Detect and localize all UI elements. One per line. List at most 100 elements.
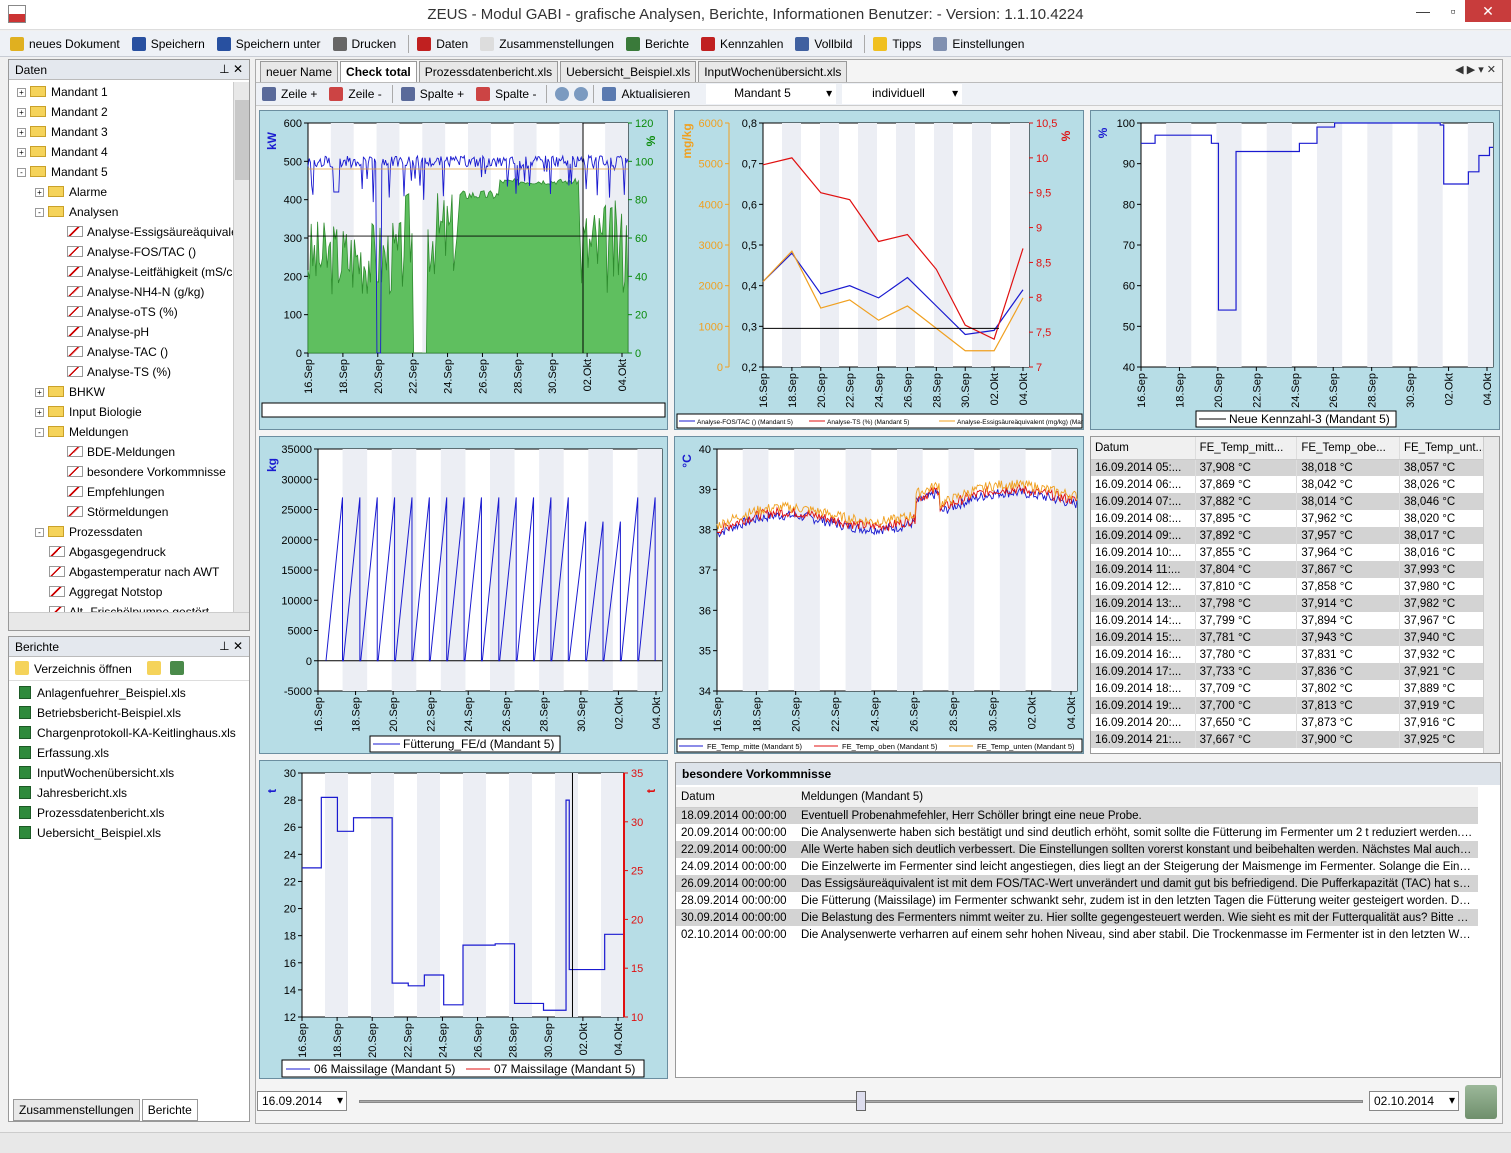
tree-item[interactable]: + Alarme — [13, 182, 235, 202]
toolbar-button-10[interactable]: Einstellungen — [933, 36, 1024, 51]
table-row[interactable]: 26.09.2014 00:00:00 Das Essigsäureäquival… — [676, 875, 1478, 892]
doc-tab[interactable]: Uebersicht_Beispiel.xls — [560, 61, 697, 82]
chart-kennzahl[interactable]: 40 50 60 70 80 90 100% 16.Sep 18.Sep 20.Sep 22.Sep… — [1090, 110, 1500, 430]
tree-scrollbar[interactable] — [233, 82, 249, 612]
tree-item[interactable]: Analyse-oTS (%) — [13, 302, 235, 322]
tree-item[interactable]: Analyse-Leitfähigkeit (mS/cm) — [13, 262, 235, 282]
tree-item[interactable]: - Mandant 5 — [13, 162, 235, 182]
table-row[interactable]: 16.09.2014 18:... 37,709 °C 37,802 °C 37,88… — [1091, 680, 1499, 697]
report-file[interactable]: InputWochenübersicht.xls — [19, 763, 239, 783]
report-file[interactable]: Prozessdatenbericht.xls — [19, 803, 239, 823]
expand-icon[interactable]: - — [35, 428, 44, 437]
chart-maissilage[interactable]: 12 14 16 18 20 22 24 26 28 30 10 15 20 25 30 35 t t 16.Sep… — [259, 760, 668, 1079]
toolbar-button-1[interactable]: Speichern — [131, 36, 205, 51]
toolbar-button-2[interactable]: Speichern unter — [216, 36, 321, 51]
expand-icon[interactable]: + — [35, 188, 44, 197]
report-file[interactable]: Betriebsbericht-Beispiel.xls — [19, 703, 239, 723]
doc-tab[interactable]: neuer Name — [260, 61, 339, 82]
close-icon[interactable]: ⊥ ✕ — [219, 62, 243, 76]
report-file[interactable]: Anlagenfuehrer_Beispiel.xls — [19, 683, 239, 703]
tree-item[interactable]: Analyse-FOS/TAC () — [13, 242, 235, 262]
table-row[interactable]: 24.09.2014 00:00:00 Die Einzelwerte im Fe… — [676, 858, 1478, 875]
tree-item[interactable]: + Mandant 2 — [13, 102, 235, 122]
table-row[interactable]: 16.09.2014 15:... 37,781 °C 37,943 °C 37,94… — [1091, 629, 1499, 646]
column-header[interactable]: Datum — [1091, 437, 1196, 460]
tab-nav-arrows[interactable]: ◀ ▶ ▾ ✕ — [1455, 63, 1496, 76]
expand-icon[interactable]: + — [35, 388, 44, 397]
table-row[interactable]: 18.09.2014 00:00:00 Eventuell Probenahmef… — [676, 807, 1478, 824]
doc-tab[interactable]: InputWochenübersicht.xls — [698, 61, 848, 82]
table-row[interactable]: 16.09.2014 21:... 37,667 °C 37,900 °C 37,92… — [1091, 731, 1499, 748]
add-column-button[interactable]: Spalte + — [420, 87, 464, 101]
table-row[interactable]: 16.09.2014 19:... 37,700 °C 37,813 °C 37,91… — [1091, 697, 1499, 714]
close-icon[interactable]: ⊥ ✕ — [219, 639, 243, 653]
toolbar-button-8[interactable]: Vollbild — [795, 36, 852, 51]
refresh-icon[interactable] — [169, 661, 184, 675]
tree-item[interactable]: - Meldungen — [13, 422, 235, 442]
table-row[interactable]: 16.09.2014 05:... 37,908 °C 38,018 °C 38,05… — [1091, 459, 1499, 476]
table-row[interactable]: 16.09.2014 14:... 37,799 °C 37,894 °C 37,96… — [1091, 612, 1499, 629]
table-row[interactable]: 16.09.2014 20:... 37,650 °C 37,873 °C 37,91… — [1091, 714, 1499, 731]
table-row[interactable]: 16.09.2014 17:... 37,733 °C 37,836 °C 37,92… — [1091, 663, 1499, 680]
tree-item[interactable]: - Analysen — [13, 202, 235, 222]
table-row[interactable]: 16.09.2014 16:... 37,780 °C 37,831 °C 37,93… — [1091, 646, 1499, 663]
tab-zusammenstellungen[interactable]: Zusammenstellungen — [13, 1099, 140, 1121]
tree-item[interactable]: Analyse-TS (%) — [13, 362, 235, 382]
refresh-button[interactable]: Aktualisieren — [621, 87, 690, 101]
report-file[interactable]: Erfassung.xls — [19, 743, 239, 763]
zoom-out-icon[interactable] — [574, 87, 589, 101]
folder-add-icon[interactable] — [147, 661, 162, 675]
doc-tab[interactable]: Check total — [340, 61, 417, 82]
tree-item[interactable]: Abgastemperatur nach AWT — [13, 562, 235, 582]
trash-icon[interactable] — [1465, 1085, 1497, 1119]
tree-item[interactable]: Analyse-TAC () — [13, 342, 235, 362]
report-file[interactable]: Uebersicht_Beispiel.xls — [19, 823, 239, 843]
table-row[interactable]: 02.10.2014 00:00:00 Die Analysenwerte ver… — [676, 926, 1478, 943]
chart-analyses[interactable]: 0 1000 2000 3000 4000 5000 6000 0,2 0,3 0,4 0,5 0,6… — [674, 110, 1084, 430]
chart-power[interactable]: 0 100 200 300 400 500 600 0 20 40 60 80 100 120 kW % 16.… — [259, 110, 668, 430]
chart-temperature[interactable]: 34 35 36 37 38 39 40 °C 16.Sep 18.Sep 20.Sep 22.Sep… — [674, 436, 1084, 754]
toolbar-button-6[interactable]: Berichte — [625, 36, 689, 51]
toolbar-button-7[interactable]: Kennzahlen — [701, 36, 783, 51]
table-row[interactable]: 30.09.2014 00:00:00 Die Belastung des Fer… — [676, 909, 1478, 926]
table-row[interactable]: 16.09.2014 06:... 37,869 °C 38,042 °C 38,02… — [1091, 476, 1499, 493]
tree-item[interactable]: Störmeldungen — [13, 502, 235, 522]
tree-hscrollbar[interactable] — [9, 612, 249, 630]
mandant-select[interactable]: Mandant 5 ▾ — [706, 84, 837, 104]
expand-icon[interactable]: - — [17, 168, 26, 177]
table-row[interactable]: 16.09.2014 09:... 37,892 °C 37,957 °C 38,01… — [1091, 527, 1499, 544]
toolbar-button-9[interactable]: Tipps — [873, 36, 921, 51]
expand-icon[interactable]: + — [17, 148, 26, 157]
add-row-button[interactable]: Zeile + — [281, 87, 317, 101]
tree-item[interactable]: Analyse-Essigsäureäquivalent — [13, 222, 235, 242]
table-row[interactable]: 16.09.2014 07:... 37,882 °C 38,014 °C 38,04… — [1091, 493, 1499, 510]
end-date-picker[interactable]: 02.10.2014 ▾ — [1369, 1091, 1459, 1111]
remove-column-button[interactable]: Spalte - — [495, 87, 536, 101]
timeline-slider-handle[interactable] — [856, 1091, 866, 1111]
report-file[interactable]: Jahresbericht.xls — [19, 783, 239, 803]
start-date-picker[interactable]: 16.09.2014 ▾ — [257, 1091, 347, 1111]
doc-tab[interactable]: Prozessdatenbericht.xls — [418, 61, 559, 82]
tree-item[interactable]: BDE-Meldungen — [13, 442, 235, 462]
mode-select[interactable]: individuell ▾ — [842, 84, 963, 104]
toolbar-button-0[interactable]: neues Dokument — [10, 36, 120, 51]
tree-item[interactable]: + BHKW — [13, 382, 235, 402]
close-button[interactable]: ✕ — [1465, 0, 1511, 22]
tree-item[interactable]: Analyse-NH4-N (g/kg) — [13, 282, 235, 302]
report-file[interactable]: Chargenprotokoll-KA-Keitlinghaus.xls — [19, 723, 239, 743]
minimize-button[interactable]: — — [1408, 0, 1438, 22]
zoom-in-icon[interactable] — [555, 87, 570, 101]
maximize-button[interactable]: ▫ — [1438, 0, 1468, 22]
table-row[interactable]: 22.09.2014 00:00:00 Alle Werte haben sich… — [676, 841, 1478, 858]
expand-icon[interactable]: + — [17, 108, 26, 117]
tree-item[interactable]: - Prozessdaten — [13, 522, 235, 542]
tree-item[interactable]: + Mandant 3 — [13, 122, 235, 142]
column-header[interactable]: FE_Temp_obe... — [1296, 437, 1400, 460]
column-header[interactable]: FE_Temp_mitt... — [1195, 437, 1298, 460]
expand-icon[interactable]: - — [35, 208, 44, 217]
remove-row-button[interactable]: Zeile - — [348, 87, 381, 101]
expand-icon[interactable]: + — [17, 128, 26, 137]
toolbar-button-3[interactable]: Drucken — [332, 36, 396, 51]
expand-icon[interactable]: - — [35, 528, 44, 537]
table-row[interactable]: 16.09.2014 10:... 37,855 °C 37,964 °C 38,01… — [1091, 544, 1499, 561]
